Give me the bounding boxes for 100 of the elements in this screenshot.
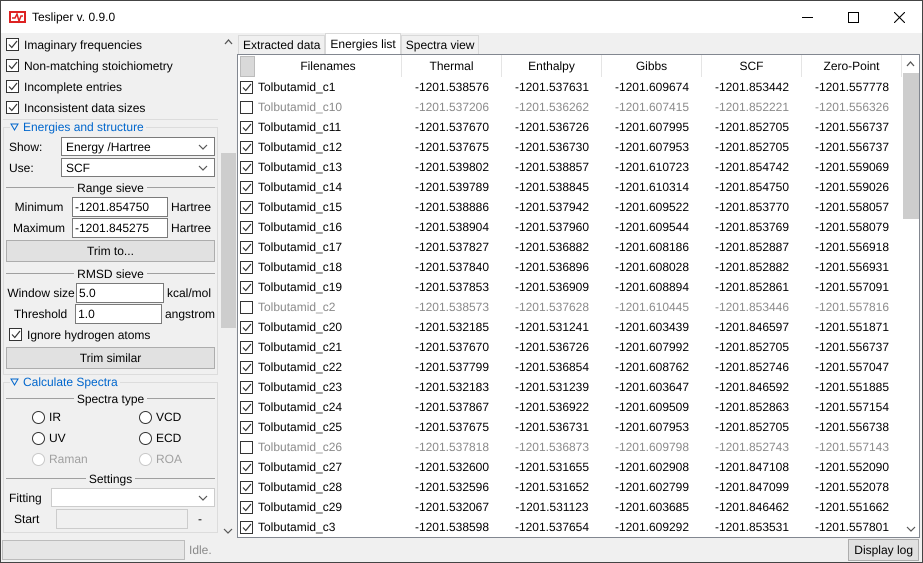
trim-button[interactable]: Trim similar <box>6 347 215 369</box>
trim-button[interactable]: Trim to... <box>6 240 215 262</box>
radio-button[interactable] <box>139 432 152 444</box>
checkbox[interactable] <box>240 300 253 314</box>
input-field[interactable]: -1201.854750 <box>72 196 168 216</box>
table-cell-text: -1201.556931 <box>814 260 890 274</box>
checkbox[interactable] <box>240 480 253 494</box>
chevron-up-icon[interactable] <box>224 39 232 45</box>
group-title: RMSD sieve <box>77 266 144 280</box>
table-cell-text: -1201.853446 <box>714 300 790 314</box>
column-header[interactable]: Gibbs <box>636 59 668 73</box>
checkbox[interactable] <box>9 328 22 341</box>
table-cell-text: -1201.559026 <box>814 180 890 194</box>
table-cell-text: -1201.556737 <box>814 340 890 354</box>
column-header[interactable]: Filenames <box>300 59 356 73</box>
table-cell-text: -1201.603647 <box>614 380 690 394</box>
table-cell-text: -1201.537654 <box>514 520 590 534</box>
checkbox[interactable] <box>240 380 253 394</box>
tab[interactable]: Spectra view <box>400 35 480 54</box>
input-field[interactable]: -1201.845275 <box>72 218 168 238</box>
table-cell-text: -1201.607415 <box>614 100 690 114</box>
radio-label: ROA <box>156 452 182 466</box>
table-cell-text: -1201.537670 <box>414 120 490 134</box>
checkbox[interactable] <box>240 200 253 214</box>
table-cell-text: Tolbutamid_c11 <box>257 120 342 134</box>
triangle-down-icon[interactable] <box>10 378 19 386</box>
checkbox[interactable] <box>240 80 253 94</box>
chevron-down-icon <box>198 164 208 170</box>
close-icon[interactable] <box>894 12 904 22</box>
checkbox[interactable] <box>240 220 253 234</box>
table-cell-text: -1201.559069 <box>814 160 890 174</box>
checkbox[interactable] <box>240 400 253 414</box>
table-cell-text: Tolbutamid_c24 <box>257 400 344 414</box>
table-cell-text: -1201.608186 <box>614 240 690 254</box>
input-field[interactable]: 5.0 <box>76 282 164 302</box>
checkbox[interactable] <box>240 280 253 294</box>
maximize-icon[interactable] <box>848 12 858 22</box>
table-cell-text: -1201.610723 <box>614 160 690 174</box>
table-cell-text: -1201.556326 <box>814 100 890 114</box>
unit-label: angstrom <box>164 306 215 320</box>
column-header[interactable]: Zero-Point <box>823 59 880 73</box>
table-cell-text: -1201.557801 <box>814 520 890 534</box>
triangle-down-icon[interactable] <box>10 123 19 131</box>
checkbox[interactable] <box>240 520 253 534</box>
field-label: Maximum <box>12 220 66 234</box>
table-cell-text: -1201.557091 <box>814 280 890 294</box>
checkbox-label: Imaginary frequencies <box>24 38 142 52</box>
column-header[interactable]: Thermal <box>429 59 474 73</box>
tab[interactable]: Extracted data <box>238 35 326 54</box>
checkbox[interactable] <box>240 440 253 454</box>
section-title[interactable]: Energies and structure <box>23 120 144 134</box>
checkbox[interactable] <box>240 260 253 274</box>
minimize-icon[interactable] <box>802 16 812 18</box>
section-title[interactable]: Calculate Spectra <box>23 375 118 389</box>
tab[interactable]: Energies list <box>325 33 401 54</box>
table-cell-text: Tolbutamid_c10 <box>257 100 344 114</box>
checkbox[interactable] <box>240 360 253 374</box>
table-cell-text: -1201.852705 <box>714 120 790 134</box>
column-header[interactable]: Enthalpy <box>528 59 575 73</box>
table-cell-text: -1201.608894 <box>614 280 690 294</box>
checkbox[interactable] <box>6 101 19 114</box>
column-header[interactable]: SCF <box>740 59 764 73</box>
table-cell-text: -1201.557778 <box>814 80 890 94</box>
checkbox[interactable] <box>240 420 253 434</box>
table-cell-text: -1201.537206 <box>414 100 490 114</box>
table-cell-text: -1201.537675 <box>414 420 490 434</box>
checkbox[interactable] <box>240 240 253 254</box>
table-cell-text: -1201.536730 <box>514 140 590 154</box>
checkbox[interactable] <box>240 100 253 114</box>
checkbox[interactable] <box>6 38 19 51</box>
checkbox[interactable] <box>240 180 253 194</box>
table-cell-text: -1201.556918 <box>814 240 890 254</box>
table-cell-text: -1201.609798 <box>614 440 690 454</box>
table-cell-text: -1201.538857 <box>514 160 590 174</box>
checkbox[interactable] <box>240 340 253 354</box>
checkbox[interactable] <box>6 80 19 93</box>
table-cell-text: -1201.556737 <box>814 120 890 134</box>
dropdown[interactable]: SCF <box>61 158 215 177</box>
chevron-up-icon[interactable] <box>906 61 915 67</box>
table-cell-text: -1201.607953 <box>614 140 690 154</box>
radio-button[interactable] <box>139 410 152 424</box>
checkbox[interactable] <box>240 120 253 134</box>
display-log-button[interactable]: Display log <box>848 539 919 561</box>
dropdown[interactable]: Energy /Hartree <box>61 137 215 156</box>
radio-label: VCD <box>156 410 182 424</box>
table-cell-text: -1201.532183 <box>414 380 490 394</box>
table-cell-text: -1201.852705 <box>714 140 790 154</box>
radio-button[interactable] <box>32 432 45 444</box>
input-field[interactable]: 1.0 <box>75 304 162 324</box>
separator-label: - <box>198 512 202 526</box>
radio-button[interactable] <box>32 410 45 424</box>
checkbox[interactable] <box>240 500 253 514</box>
checkbox[interactable] <box>6 59 19 72</box>
input-field[interactable] <box>56 508 188 528</box>
checkbox[interactable] <box>240 160 253 174</box>
checkbox[interactable] <box>240 460 253 474</box>
checkbox[interactable] <box>240 140 253 154</box>
table-cell-text: -1201.852887 <box>714 240 790 254</box>
checkbox[interactable] <box>240 320 253 334</box>
table-cell-text: -1201.608028 <box>614 260 690 274</box>
